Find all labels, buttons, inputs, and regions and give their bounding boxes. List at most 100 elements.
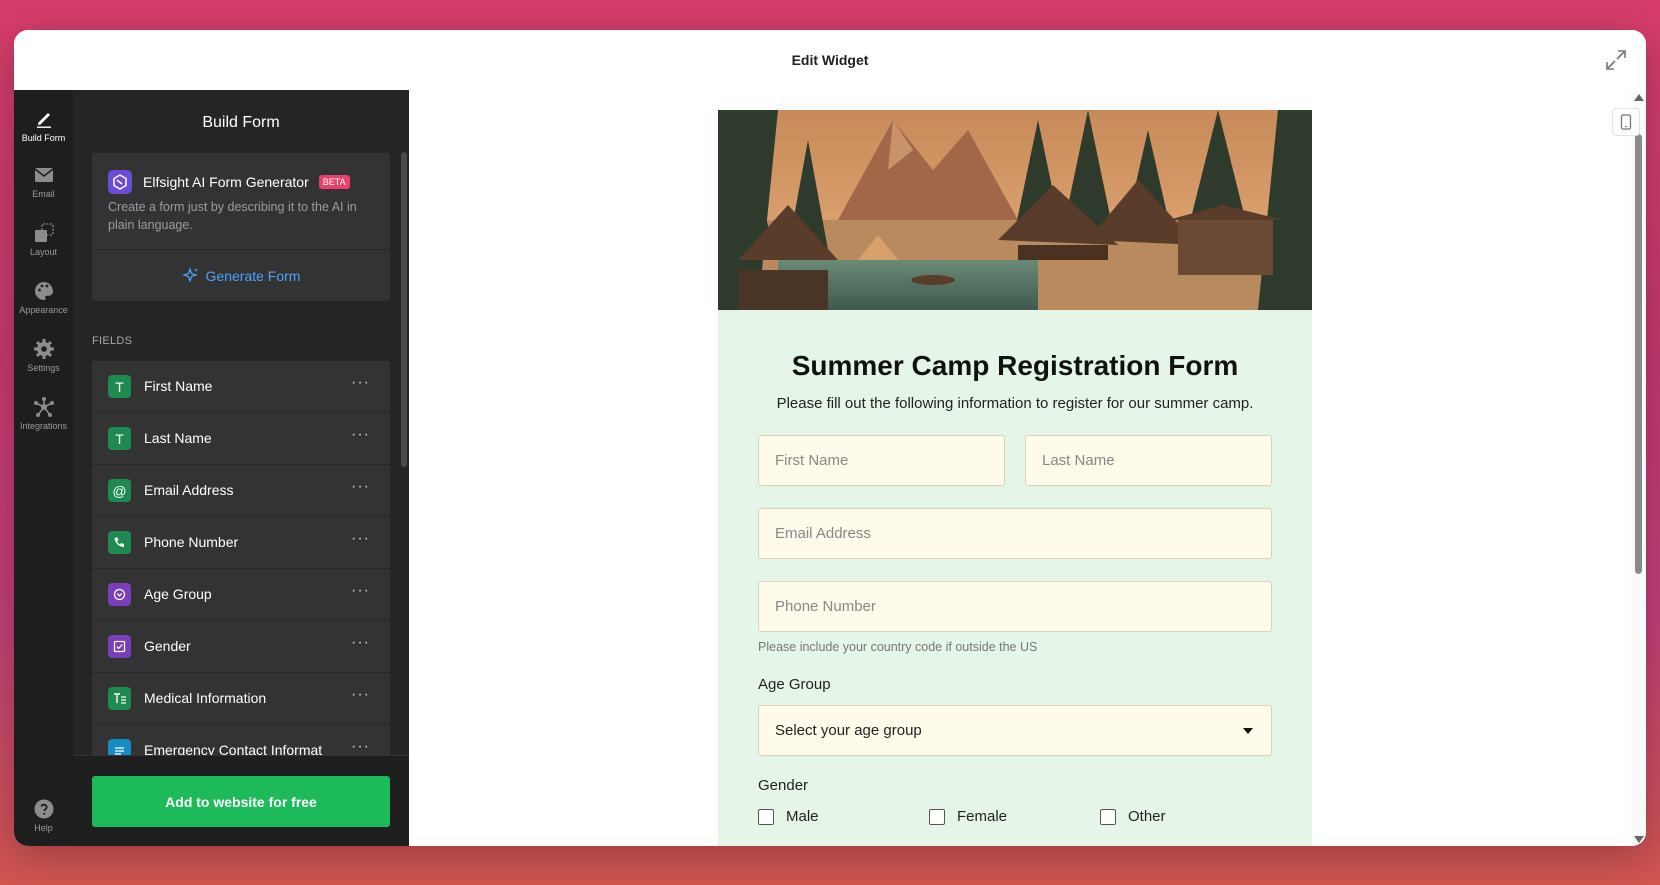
generate-form-button[interactable]: Generate Form: [92, 250, 390, 301]
scroll-down-icon[interactable]: [1634, 836, 1644, 843]
form-title: Summer Camp Registration Form: [791, 350, 1239, 381]
rail-item-settings[interactable]: Settings: [14, 328, 73, 384]
more-options-icon[interactable]: ···: [351, 478, 370, 496]
more-options-icon[interactable]: ···: [351, 582, 370, 600]
more-options-icon[interactable]: ···: [351, 634, 370, 652]
text-icon: T: [108, 427, 131, 450]
phone-input[interactable]: Phone Number: [758, 581, 1272, 632]
gear-icon: [33, 339, 54, 359]
rail-item-integrations[interactable]: Integrations: [14, 386, 73, 442]
dropdown-icon: [108, 583, 131, 606]
sidebar-rail: Build Form Email Layout Appearance Setti…: [14, 90, 74, 846]
field-name: Medical Information: [144, 690, 267, 706]
form-card: Summer Camp Registration Form Please fil…: [718, 110, 1312, 846]
sparkle-icon: [181, 266, 198, 283]
paragraph-icon: [108, 687, 131, 710]
checkbox[interactable]: [758, 808, 774, 825]
field-name: Last Name: [144, 430, 212, 446]
field-name: First Name: [144, 378, 213, 394]
scroll-thumb[interactable]: [1635, 134, 1642, 574]
checkbox-icon: [108, 635, 131, 658]
more-options-icon[interactable]: ···: [351, 530, 370, 548]
field-item-medical-information[interactable]: Medical Information ···: [92, 673, 390, 725]
hero-image: [718, 110, 1312, 310]
field-item-age-group[interactable]: Age Group ···: [92, 569, 390, 621]
mobile-preview-button[interactable]: [1612, 108, 1640, 136]
field-item-gender[interactable]: Gender ···: [92, 621, 390, 673]
rail-item-layout[interactable]: Layout: [14, 212, 73, 268]
chevron-down-icon: [1243, 728, 1253, 734]
more-options-icon[interactable]: ···: [351, 738, 370, 756]
age-group-select-value: Select your age group: [775, 722, 922, 739]
rail-item-build-form[interactable]: Build Form: [14, 98, 73, 154]
rail-label: Appearance: [19, 305, 68, 315]
more-options-icon[interactable]: ···: [351, 374, 370, 392]
gender-option-label: Male: [786, 808, 819, 825]
panel-title: Build Form: [202, 114, 280, 131]
rail-label: Build Form: [21, 133, 66, 143]
field-item-phone-number[interactable]: Phone Number ···: [92, 517, 390, 569]
rail-item-appearance[interactable]: Appearance: [14, 270, 73, 326]
ai-generator-description: Create a form just by describing it to t…: [108, 200, 357, 232]
phone-hint: Please include your country code if outs…: [758, 640, 1038, 654]
gender-label: Gender: [758, 777, 809, 794]
window-title: Edit Widget: [791, 52, 869, 68]
field-item-last-name[interactable]: T Last Name ···: [92, 413, 390, 465]
rail-label: Layout: [29, 247, 58, 257]
more-options-icon[interactable]: ···: [351, 426, 370, 444]
envelope-icon: [34, 168, 53, 182]
more-options-icon[interactable]: ···: [351, 686, 370, 704]
age-group-label: Age Group: [758, 676, 831, 693]
panel-scrollbar[interactable]: [401, 152, 407, 467]
form-preview: Summer Camp Registration Form Please fil…: [409, 90, 1646, 846]
checkbox[interactable]: [929, 808, 945, 825]
ai-generator-name: Elfsight AI Form Generator: [143, 174, 309, 190]
gender-option-other[interactable]: Other: [1100, 808, 1166, 825]
last-name-input[interactable]: Last Name: [1025, 435, 1272, 486]
expand-icon[interactable]: [1604, 48, 1628, 72]
field-name: Age Group: [144, 586, 212, 602]
field-name: Gender: [144, 638, 191, 654]
rail-label: Email: [32, 189, 55, 199]
preview-scrollbar[interactable]: [1631, 90, 1646, 846]
title-bar: Edit Widget: [14, 30, 1646, 91]
beta-badge: BETA: [318, 175, 350, 189]
palette-icon: [34, 282, 53, 300]
field-list: T First Name ··· T Last Name ··· @ Email…: [92, 361, 390, 761]
age-group-select[interactable]: Select your age group: [758, 705, 1272, 756]
fields-section-label: FIELDS: [92, 335, 133, 347]
mobile-device-icon: [1620, 114, 1632, 130]
rail-label: Settings: [27, 363, 60, 373]
field-name: Email Address: [144, 482, 234, 498]
panel-footer: Add to website for free: [73, 755, 409, 846]
scroll-up-icon[interactable]: [1634, 94, 1644, 101]
text-icon: T: [108, 375, 131, 398]
field-name: Phone Number: [144, 534, 239, 550]
phone-icon: [108, 531, 131, 554]
edit-widget-window: Edit Widget Build Form Email Layout Appe…: [14, 30, 1646, 846]
ai-generator-card: Elfsight AI Form Generator BETA Create a…: [92, 153, 390, 301]
ai-logo-icon: [108, 170, 132, 194]
layout-icon: [34, 223, 54, 242]
rail-item-help[interactable]: Help: [14, 788, 73, 844]
first-name-input[interactable]: First Name: [758, 435, 1005, 486]
field-item-first-name[interactable]: T First Name ···: [92, 361, 390, 413]
generate-form-label: Generate Form: [205, 267, 301, 284]
help-icon: [34, 799, 53, 819]
build-form-panel: Build Form Elfsight AI Form Generator BE…: [73, 90, 409, 846]
add-to-website-button[interactable]: Add to website for free: [92, 776, 390, 827]
pencil-icon: [36, 113, 51, 128]
at-icon: @: [108, 479, 131, 502]
email-input[interactable]: Email Address: [758, 508, 1272, 559]
field-item-email-address[interactable]: @ Email Address ···: [92, 465, 390, 517]
rail-item-email[interactable]: Email: [14, 154, 73, 210]
rail-label: Integrations: [19, 421, 68, 431]
integrations-icon: [33, 397, 54, 417]
form-subtitle: Please fill out the following informatio…: [776, 395, 1254, 412]
gender-option-male[interactable]: Male: [758, 808, 819, 825]
rail-label: Help: [34, 823, 53, 833]
checkbox[interactable]: [1100, 808, 1116, 825]
gender-option-label: Other: [1128, 808, 1166, 825]
gender-option-label: Female: [957, 808, 1008, 825]
gender-option-female[interactable]: Female: [929, 808, 1007, 825]
